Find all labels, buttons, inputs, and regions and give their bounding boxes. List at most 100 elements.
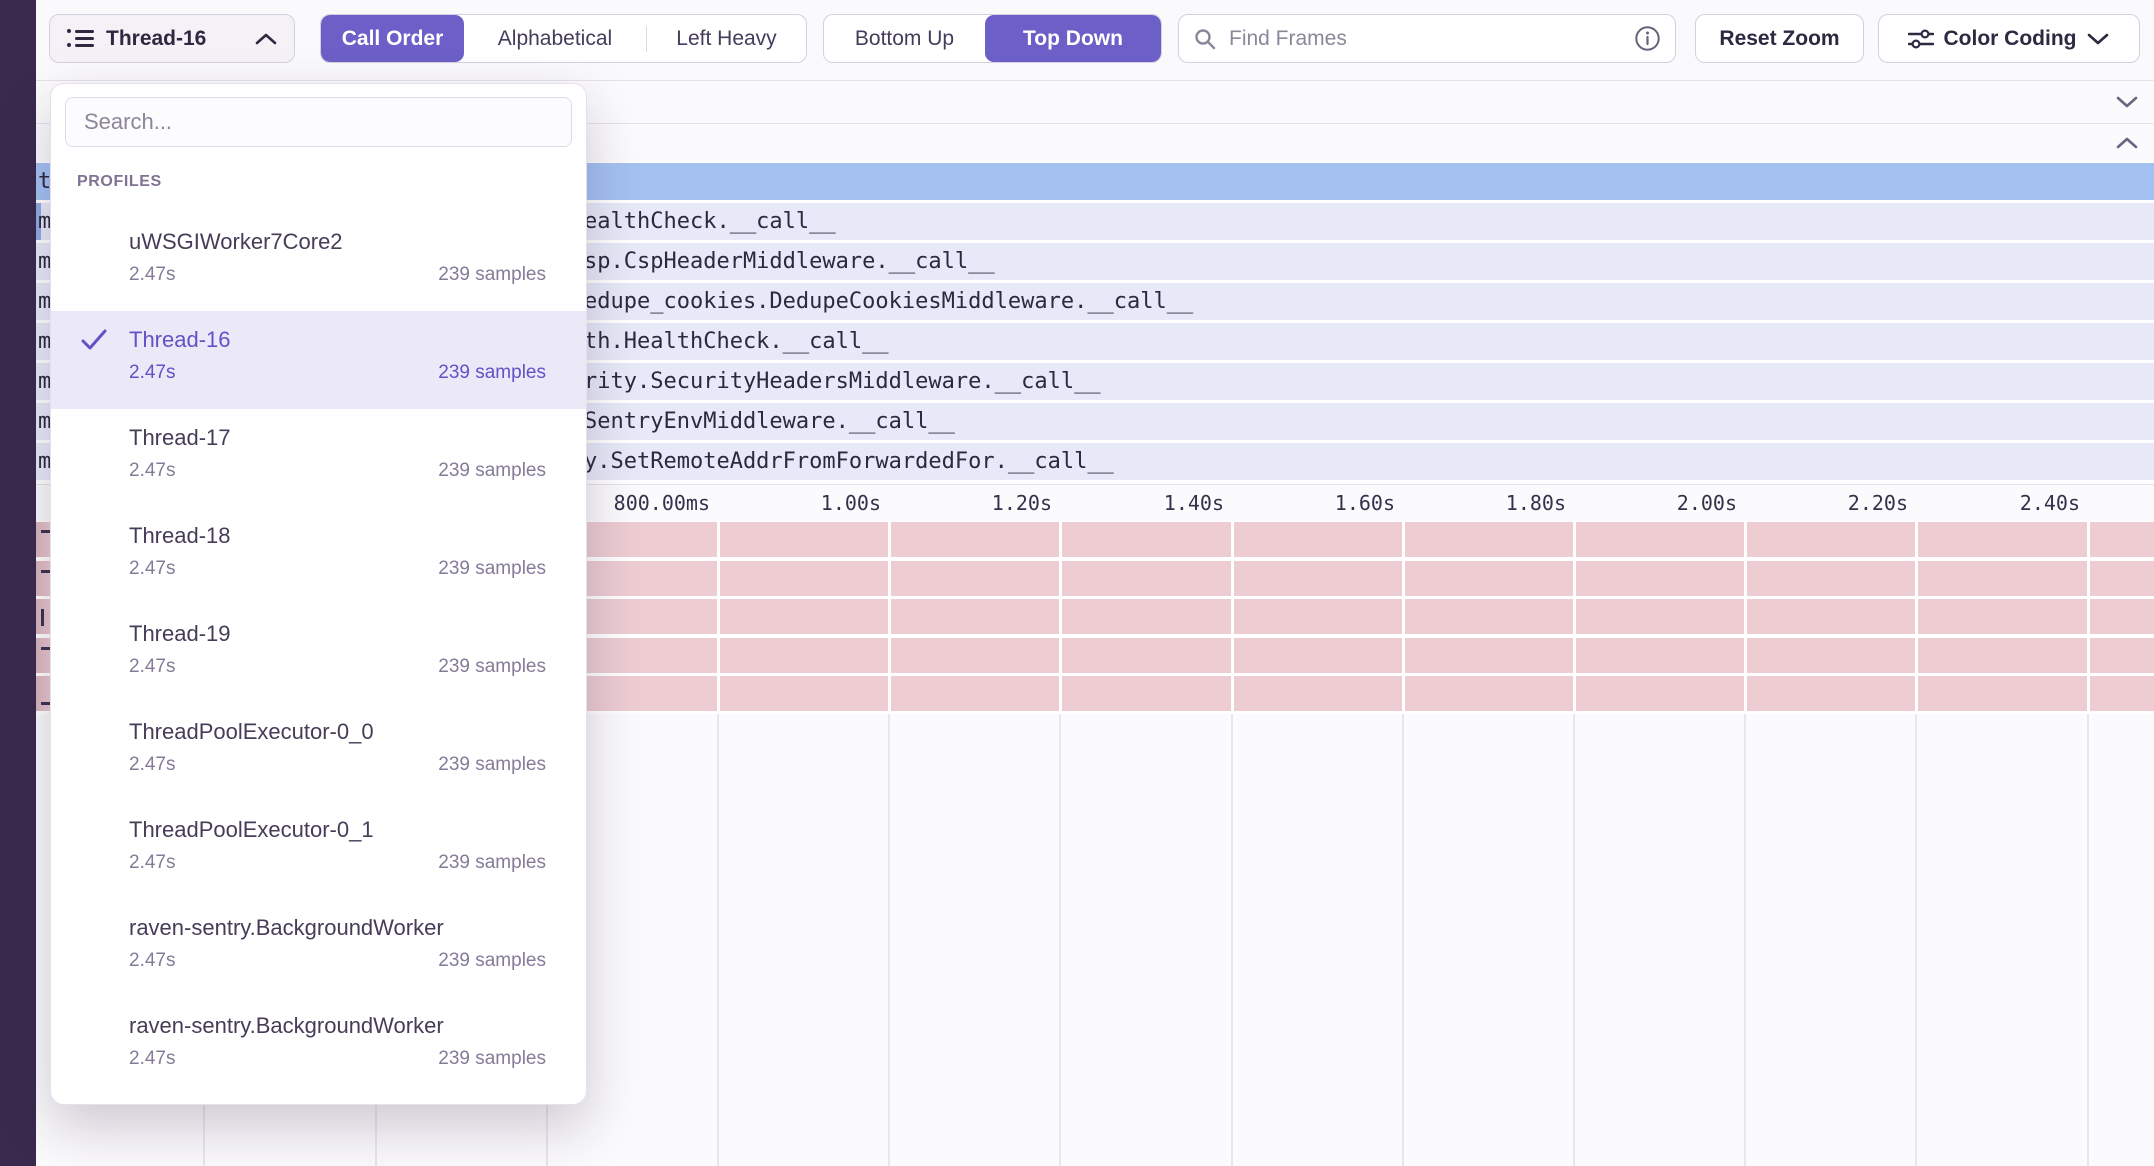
chevron-up-icon	[254, 32, 278, 46]
profile-item[interactable]: ThreadPoolExecutor-0_1 2.47s 239 samples	[51, 801, 586, 899]
search-icon	[1193, 27, 1217, 51]
sort-segmented-control: Call Order Alphabetical Left Heavy	[320, 14, 807, 63]
pink-row-text-fragment	[41, 647, 50, 650]
gridline	[1573, 714, 1575, 1166]
profiles-section-label: PROFILES	[77, 173, 586, 191]
profile-item[interactable]: raven-sentry.BackgroundWorker 2.47s 239 sa…	[51, 997, 586, 1095]
profile-item[interactable]: Thread-19 2.47s 239 samples	[51, 605, 586, 703]
find-frames-input[interactable]	[1227, 26, 1634, 52]
profile-item[interactable]: Thread-17 2.47s 239 samples	[51, 409, 586, 507]
axis-tick-label: 2.40s	[1930, 485, 2080, 521]
sort-option-left-heavy[interactable]: Left Heavy	[647, 15, 806, 62]
gridline	[1231, 522, 1234, 712]
profiler-screen: t mealthCheck.__call__msp.CspHeaderMiddl…	[0, 0, 2154, 1166]
dropdown-search-input[interactable]	[82, 108, 555, 136]
direction-option-bottom-up[interactable]: Bottom Up	[824, 15, 985, 62]
profile-item-name: Thread-17	[129, 425, 546, 451]
flame-frame-label: SentryEnvMiddleware.__call__	[584, 403, 955, 440]
gridline	[1744, 714, 1746, 1166]
profile-item-duration: 2.47s	[129, 852, 175, 874]
profile-item-duration: 2.47s	[129, 460, 175, 482]
gridline	[888, 522, 891, 712]
profile-item-samples: 239 samples	[438, 950, 546, 972]
profile-item-meta: 2.47s 239 samples	[129, 1048, 546, 1070]
profile-item[interactable]: Thread-18 2.47s239 samples	[51, 507, 586, 605]
gridline	[2087, 522, 2090, 712]
gridline	[717, 522, 720, 712]
profile-item-name: raven-sentry.BackgroundWorker	[129, 915, 546, 941]
gridline	[1402, 522, 1405, 712]
axis-tick-label: 1.00s	[731, 485, 881, 521]
profile-item-meta: 2.47s239 samples	[129, 558, 546, 580]
reset-zoom-button[interactable]: Reset Zoom	[1695, 14, 1864, 63]
gridline	[1915, 522, 1918, 712]
thread-selector-button[interactable]: Thread-16	[49, 14, 295, 63]
gridline	[1059, 714, 1061, 1166]
profile-item-samples: 239 samples	[438, 460, 546, 482]
profile-item-meta: 2.47s 239 samples	[129, 656, 546, 678]
gridline	[1402, 714, 1404, 1166]
gridline	[1915, 714, 1917, 1166]
pink-row-text-fragment	[41, 609, 44, 626]
sort-option-alphabetical[interactable]: Alphabetical	[464, 15, 646, 62]
profile-item[interactable]: ThreadPoolExecutor-0_0 2.47s239 samples	[51, 703, 586, 801]
profile-item-samples: 239 samples	[438, 852, 546, 874]
profile-item[interactable]: uWSGIWorker7Core2 2.47s239 samples	[51, 213, 586, 311]
profile-item-name: Thread-19	[129, 621, 546, 647]
chevron-up-icon[interactable]	[2114, 135, 2140, 151]
profile-item-name: ThreadPoolExecutor-0_0	[129, 719, 546, 745]
profile-item-name: uWSGIWorker7Core2	[129, 229, 546, 255]
profile-item-samples: 239 samples	[438, 558, 546, 580]
toolbar: Thread-16 Call Order Alphabetical Left H…	[36, 0, 2154, 81]
profile-item[interactable]: raven-sentry.BackgroundWorker 2.47s 239 sa…	[51, 899, 586, 997]
profile-item-name: Thread-16	[129, 327, 546, 353]
pink-row-text-fragment	[41, 570, 50, 573]
direction-option-top-down[interactable]: Top Down	[985, 15, 1161, 62]
gridline	[717, 714, 719, 1166]
chevron-down-icon[interactable]	[2114, 94, 2140, 110]
profile-item-meta: 2.47s239 samples	[129, 264, 546, 286]
profile-item-meta: 2.47s 239 samples	[129, 460, 546, 482]
flame-frame-label: y.SetRemoteAddrFromForwardedFor.__call__	[584, 443, 1114, 480]
axis-tick-label: 2.00s	[1587, 485, 1737, 521]
profile-item-samples: 239 samples	[438, 1048, 546, 1070]
info-icon[interactable]	[1634, 25, 1661, 52]
profile-list: uWSGIWorker7Core22.47s239 samplesThread-…	[51, 213, 586, 1095]
axis-tick-label: 1.60s	[1245, 485, 1395, 521]
profile-item-name: ThreadPoolExecutor-0_1	[129, 817, 546, 843]
pink-row-text-fragment	[41, 702, 50, 705]
profile-item-duration: 2.47s	[129, 362, 175, 384]
axis-tick-label: 2.20s	[1758, 485, 1908, 521]
profile-item-duration: 2.47s	[129, 656, 175, 678]
gridline	[1573, 522, 1576, 712]
gridline	[1744, 522, 1747, 712]
flame-frame-label: ealthCheck.__call__	[584, 203, 836, 240]
thread-list-icon	[66, 27, 94, 51]
profile-item-name: Thread-18	[129, 523, 546, 549]
sort-option-call-order[interactable]: Call Order	[321, 15, 464, 62]
pink-row-text-fragment	[41, 530, 50, 533]
direction-segmented-control: Bottom Up Top Down	[823, 14, 1162, 63]
axis-tick-label: 1.20s	[902, 485, 1052, 521]
flame-frame-label: rity.SecurityHeadersMiddleware.__call__	[584, 363, 1101, 400]
profile-item-meta: 2.47s239 samples	[129, 754, 546, 776]
profile-item-duration: 2.47s	[129, 950, 175, 972]
gridline	[1231, 714, 1233, 1166]
axis-tick-label: 1.80s	[1416, 485, 1566, 521]
profile-item-name: raven-sentry.BackgroundWorker	[129, 1013, 546, 1039]
sidebar-edge-strip	[0, 0, 36, 1166]
profile-item-meta: 2.47s 239 samples	[129, 852, 546, 874]
color-coding-button[interactable]: Color Coding	[1878, 14, 2140, 63]
profile-item-duration: 2.47s	[129, 1048, 175, 1070]
thread-dropdown-panel: PROFILES uWSGIWorker7Core22.47s239 sampl…	[50, 83, 587, 1105]
gridline	[2087, 714, 2089, 1166]
flame-frame-label: th.HealthCheck.__call__	[584, 323, 889, 360]
profile-item-meta: 2.47s 239 samples	[129, 950, 546, 972]
flame-frame-label: edupe_cookies.DedupeCookiesMiddleware.__…	[584, 283, 1193, 320]
gridline	[1059, 522, 1062, 712]
profile-item-samples: 239 samples	[438, 656, 546, 678]
color-coding-label: Color Coding	[1944, 27, 2077, 51]
find-frames-box	[1178, 14, 1676, 63]
profile-item[interactable]: Thread-162.47s239 samples	[51, 311, 586, 409]
sliders-icon	[1908, 28, 1934, 50]
